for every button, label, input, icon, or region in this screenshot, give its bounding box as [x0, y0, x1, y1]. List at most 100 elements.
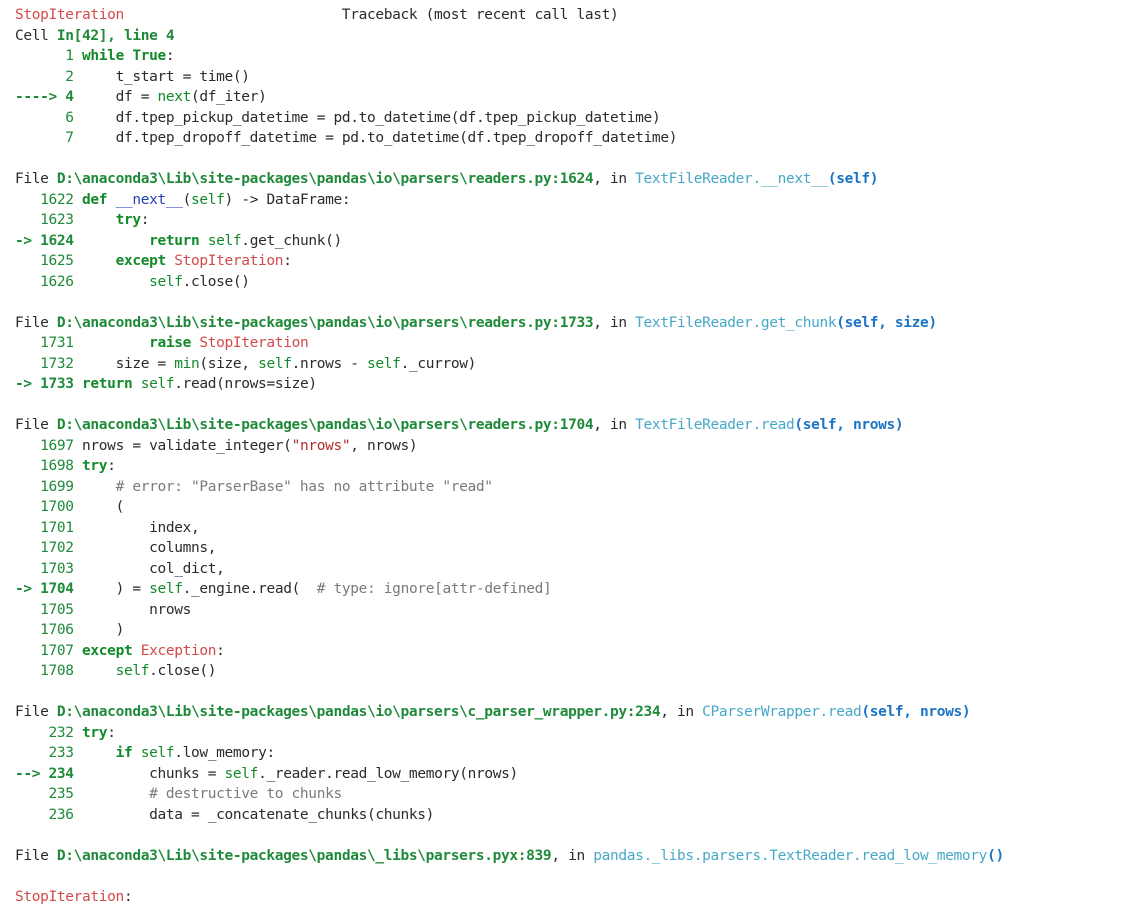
code-token: , in	[660, 704, 703, 720]
code-token: D:\anaconda3\Lib\site-packages\pandas\io…	[56, 314, 594, 331]
code-token: index,	[82, 519, 200, 536]
code-token: nrows	[82, 601, 191, 618]
code-token: :	[165, 48, 175, 64]
code-token: 2	[15, 68, 83, 85]
traceback-line: File D:\anaconda3\Lib\site-packages\pand…	[15, 415, 1137, 436]
code-token: 1700	[15, 499, 83, 515]
code-token: D:\anaconda3\Lib\site-packages\pandas\io…	[56, 704, 661, 720]
code-token: 1732	[15, 355, 83, 372]
code-token: pd	[325, 109, 351, 126]
code-token: size	[82, 355, 158, 372]
code-token: data	[82, 806, 191, 823]
code-token: D:\anaconda3\Lib\site-packages\pandas\io…	[56, 171, 594, 187]
code-token: StopIteration	[199, 335, 309, 351]
code-token: .	[132, 109, 141, 126]
code-token: "nrows"	[291, 437, 351, 454]
traceback-line: 1732 size = min(size, self.nrows - self.…	[15, 354, 1137, 375]
code-token: =	[157, 355, 166, 372]
code-token: 1703	[15, 560, 83, 577]
code-token: ----> 4	[15, 89, 83, 105]
code-token: --> 234	[15, 765, 83, 782]
code-token: try	[82, 458, 108, 474]
traceback-line: 235 # destructive to chunks	[15, 784, 1137, 805]
code-token: Exception	[140, 642, 217, 659]
code-token: StopIteration	[15, 7, 124, 23]
traceback-line: -> 1624 return self.get_chunk()	[15, 231, 1137, 252]
code-token: .	[132, 130, 141, 146]
traceback-line	[15, 682, 1137, 703]
code-token: (self)	[827, 171, 879, 187]
traceback-line: 1703 col_dict,	[15, 559, 1137, 580]
code-token: 1625	[15, 253, 83, 269]
code-token: columns,	[82, 540, 217, 556]
code-token: 236	[15, 806, 83, 823]
code-token: 1706	[15, 622, 83, 638]
code-token: to_datetime(df	[358, 109, 477, 126]
code-token: =	[266, 376, 275, 392]
code-token: .	[241, 232, 250, 249]
traceback-line: 1700 (	[15, 497, 1137, 518]
code-token: _currow)	[408, 355, 477, 372]
code-token: 1	[15, 48, 83, 64]
traceback-line: 1701 index,	[15, 518, 1137, 539]
code-token: 1707	[15, 642, 83, 659]
code-token: # error: "ParserBase" has no attribute "…	[115, 478, 493, 495]
code-token: 1708	[15, 663, 83, 679]
code-token: , in	[593, 171, 636, 187]
code-token: 7	[15, 130, 83, 146]
code-token: nrows	[299, 355, 351, 372]
code-token: In[42], line 4	[56, 27, 175, 44]
code-token: self	[149, 581, 183, 597]
traceback-line: ----> 4 df = next(df_iter)	[15, 87, 1137, 108]
code-token: (self, nrows)	[861, 704, 971, 720]
code-token: _engine	[191, 581, 250, 597]
code-token: D:\anaconda3\Lib\site-packages\pandas\_l…	[56, 847, 552, 864]
traceback-line	[15, 825, 1137, 846]
code-token: DataFrame:	[258, 191, 351, 208]
code-token: (size,	[199, 355, 259, 372]
code-token: self	[207, 232, 242, 249]
code-token: next	[157, 89, 192, 105]
code-token: =	[207, 765, 217, 782]
traceback-line	[15, 149, 1137, 170]
traceback-line: 1623 try:	[15, 210, 1137, 231]
code-token: col_dict,	[82, 560, 225, 577]
code-token: .	[291, 355, 301, 372]
code-token: (	[182, 191, 192, 208]
code-token: self	[140, 745, 175, 761]
traceback-line: Cell In[42], line 4	[15, 26, 1137, 47]
code-token: )	[224, 191, 242, 208]
code-token: ->	[241, 191, 259, 208]
code-token: # type: ignore[attr-defined]	[316, 581, 552, 597]
code-token: (df_iter)	[191, 89, 267, 105]
code-token: :	[216, 642, 225, 659]
code-token: 1622	[15, 191, 83, 208]
code-token: :	[123, 888, 133, 905]
code-token: File	[15, 314, 57, 331]
code-token: try	[115, 212, 141, 228]
code-token: D:\anaconda3\Lib\site-packages\pandas\io…	[56, 417, 594, 433]
code-token: .	[350, 109, 359, 126]
code-token: -> 1624	[15, 232, 83, 249]
code-token: pd	[333, 130, 359, 146]
traceback-line: 236 data = _concatenate_chunks(chunks)	[15, 805, 1137, 826]
code-token: pandas._libs.parsers.TextReader.read_low…	[593, 847, 988, 864]
code-token: .	[358, 130, 368, 146]
code-token: validate_integer(	[140, 437, 292, 454]
traceback-line: 1708 self.close()	[15, 661, 1137, 682]
code-token: ()	[987, 847, 1004, 864]
code-token: min	[174, 355, 200, 372]
traceback-line: 1702 columns,	[15, 538, 1137, 559]
code-token: :	[140, 212, 150, 228]
